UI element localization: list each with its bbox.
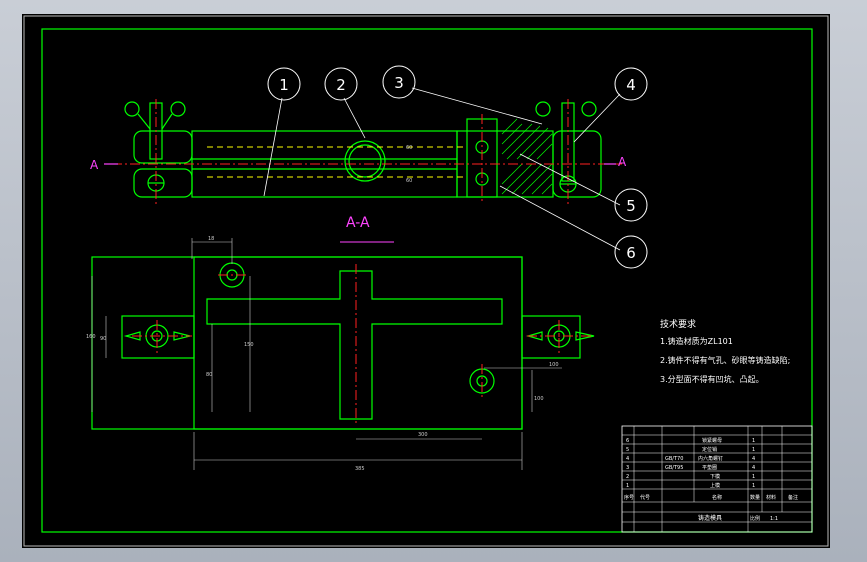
left-wing-nut-r: [170, 101, 186, 117]
callout-2: 2: [336, 76, 346, 94]
callout-3: 3: [394, 74, 404, 92]
dim-center-h: 150: [244, 342, 254, 348]
tech-req-title: 技术要求: [660, 318, 696, 330]
inner-frame: [41, 28, 813, 533]
tb-row4-name: 平垫圈: [702, 464, 717, 471]
tb-row3-no: 4: [626, 456, 629, 462]
dim-top-left: 18: [208, 236, 214, 242]
tb-header-code: 代号: [640, 494, 650, 501]
tb-row3-qty: 4: [752, 456, 755, 462]
dim-bottom-center: 300: [418, 432, 428, 438]
tb-row4-code: GB/T95: [665, 465, 683, 471]
drawing-svg: A A 60 60 1 2 3 4 5 6 A-A 18 160 90 80 1…: [23, 15, 829, 547]
left-clamp-plate: [121, 315, 195, 359]
dim-right-w: 100: [549, 362, 559, 368]
tb-row4-no: 3: [626, 465, 629, 471]
callout-5: 5: [626, 197, 636, 215]
tb-row3-code: GB/T70: [665, 456, 683, 462]
tb-header-no: 序号: [624, 494, 634, 501]
tech-req-item-1: 1.铸造材质为ZL101: [660, 336, 733, 346]
tech-req-item-2: 2.铸件不得有气孔、砂眼等铸造缺陷;: [660, 355, 790, 365]
dim-right-h: 100: [534, 396, 544, 402]
tb-row2-no: 5: [626, 447, 629, 453]
tb-row5-no: 2: [626, 474, 629, 480]
section-title: A-A: [346, 215, 370, 231]
section-view: [91, 256, 595, 430]
section-mark-left: A: [90, 158, 99, 172]
tech-req-item-3: 3.分型面不得有凹坑、凸起。: [660, 374, 764, 384]
tb-scale-label: 比例: [750, 515, 760, 522]
tb-drawing-name: 铸造模具: [698, 514, 722, 522]
right-wing-nut-r: [581, 101, 597, 117]
dimension-lines: [91, 238, 562, 470]
tb-row4-qty: 4: [752, 465, 755, 471]
dim-left-h3: 80: [206, 372, 212, 378]
callout-1: 1: [279, 76, 289, 94]
tb-scale: 1:1: [770, 516, 778, 522]
centerlines-top: [112, 99, 622, 204]
dim-left-h2: 90: [100, 336, 106, 342]
tb-header-note: 备注: [788, 494, 798, 501]
section-mark-right: A: [618, 155, 627, 169]
dim-bottom-total: 385: [355, 466, 365, 472]
left-wing-nut-l: [124, 101, 140, 117]
top-view: [124, 101, 602, 198]
tb-row1-no: 6: [626, 438, 629, 444]
tb-header-mat: 材料: [766, 494, 776, 501]
tb-row5-name: 下模: [710, 473, 720, 480]
tb-row6-qty: 1: [752, 483, 755, 489]
hidden-lines: [207, 146, 467, 178]
centerlines-section: [132, 264, 592, 424]
cad-drawing-canvas: A A 60 60 1 2 3 4 5 6 A-A 18 160 90 80 1…: [22, 14, 830, 548]
callout-4: 4: [626, 76, 636, 94]
left-ear-upper: [133, 130, 193, 164]
tb-header-qty: 数量: [750, 494, 760, 501]
tb-row6-name: 上模: [710, 482, 720, 489]
tb-row2-qty: 1: [752, 447, 755, 453]
tb-row3-name: 内六角螺钉: [698, 455, 723, 462]
dim-left-h1: 160: [86, 334, 96, 340]
right-wing-nut-l: [535, 101, 551, 117]
callout-6: 6: [626, 244, 636, 262]
tb-row2-name: 定位销: [702, 446, 717, 453]
tb-header-name: 名称: [712, 494, 722, 501]
sprue-circle-inner: [348, 144, 382, 178]
technical-requirements: 技术要求 1.铸造材质为ZL101 2.铸件不得有气孔、砂眼等铸造缺陷; 3.分…: [660, 318, 790, 384]
tb-row5-qty: 1: [752, 474, 755, 480]
title-block: 6 锁紧螺母 1 5 定位销 1 4 GB/T70 内六角螺钉 4 3 GB/T…: [621, 425, 813, 533]
section-hatch: [501, 118, 553, 195]
dim-top-view-1: 60: [406, 145, 412, 151]
tb-row6-no: 1: [626, 483, 629, 489]
tb-row1-qty: 1: [752, 438, 755, 444]
dim-top-view-2: 60: [406, 178, 412, 184]
tb-row1-name: 锁紧螺母: [702, 437, 722, 444]
